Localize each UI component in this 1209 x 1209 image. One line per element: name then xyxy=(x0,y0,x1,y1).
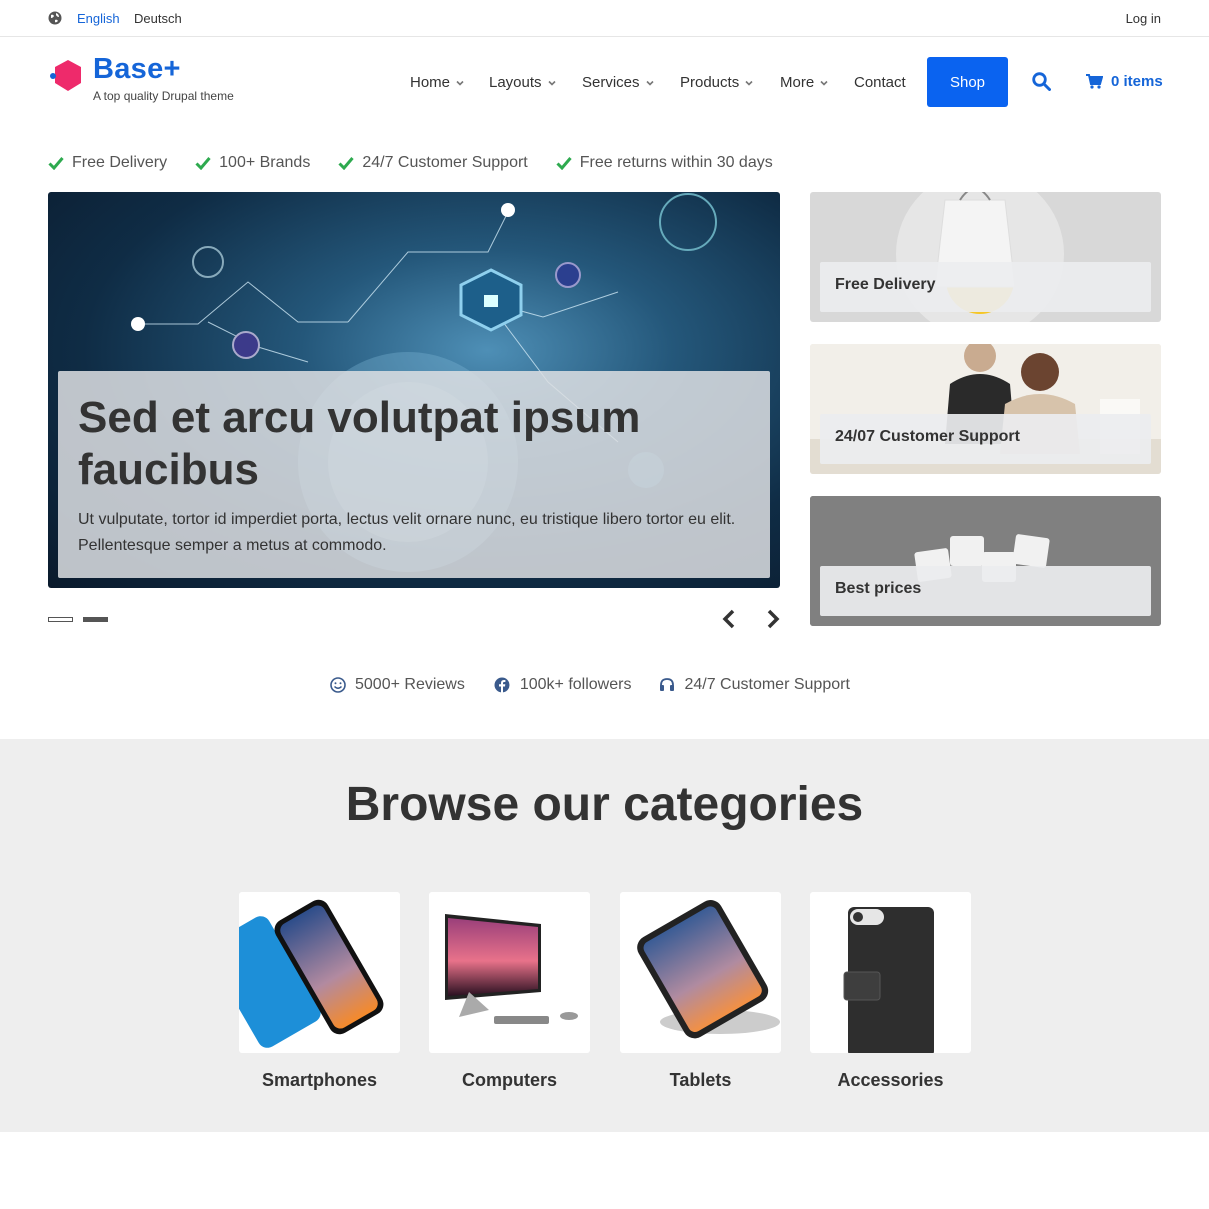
hero-title: Sed et arcu volutpat ipsum faucibus xyxy=(78,393,641,494)
arrow-left-icon[interactable] xyxy=(722,609,736,629)
social-item-support: 24/7 Customer Support xyxy=(659,676,850,694)
check-icon xyxy=(338,157,354,170)
feature-item: Free Delivery xyxy=(48,154,167,172)
nav-layouts[interactable]: Layouts xyxy=(489,74,556,91)
site-name[interactable]: Base+ xyxy=(93,53,181,86)
social-item-reviews: 5000+ Reviews xyxy=(330,676,465,694)
feature-label: Free returns within 30 days xyxy=(579,154,773,171)
arrow-right-icon[interactable] xyxy=(766,609,780,629)
feature-label: 100+ Brands xyxy=(219,154,311,171)
nav-contact[interactable]: Contact xyxy=(854,74,906,91)
nav-layouts-label: Layouts xyxy=(489,74,542,91)
hero-slide[interactable]: Sed et arcu volutpat ipsum faucibus Ut v… xyxy=(48,192,780,588)
nav-contact-label: Contact xyxy=(854,74,906,91)
card-free-delivery[interactable]: Free Delivery xyxy=(810,192,1161,322)
chevron-down-icon xyxy=(820,80,828,86)
feature-item: Free returns within 30 days xyxy=(556,154,773,172)
social-label: 5000+ Reviews xyxy=(355,676,465,693)
check-icon xyxy=(556,157,572,170)
category-image xyxy=(239,892,400,1053)
check-icon xyxy=(195,157,211,170)
hero-text: Ut vulputate, tortor id imperdiet porta,… xyxy=(78,511,736,554)
language-english-link[interactable]: English xyxy=(77,11,120,26)
phone-case-image xyxy=(843,907,934,1053)
category-name: Computers xyxy=(461,1070,557,1090)
smile-icon xyxy=(330,677,346,693)
social-item-followers[interactable]: 100k+ followers xyxy=(493,676,632,694)
facebook-icon xyxy=(494,677,510,693)
computer-image xyxy=(445,914,578,1024)
top-bar: English Deutsch Log in xyxy=(0,0,1209,37)
chevron-down-icon xyxy=(645,80,654,86)
category-image xyxy=(810,892,971,1053)
category-computers[interactable]: Computers xyxy=(429,892,590,1091)
globe-icon xyxy=(48,11,62,25)
logo-icon[interactable] xyxy=(48,58,84,94)
feature-item: 100+ Brands xyxy=(195,154,310,172)
social-stats: 5000+ Reviews 100k+ followers 24/7 Custo… xyxy=(330,676,878,694)
category-name: Tablets xyxy=(669,1070,732,1090)
category-tablets[interactable]: Tablets xyxy=(620,892,781,1091)
shop-button[interactable]: Shop xyxy=(927,57,1008,107)
nav-services-label: Services xyxy=(582,74,640,91)
nav-home[interactable]: Home xyxy=(410,74,464,91)
feature-label: Free Delivery xyxy=(72,154,168,171)
check-icon xyxy=(48,157,64,170)
smartphone-image xyxy=(239,899,384,1048)
social-label: 100k+ followers xyxy=(519,676,632,693)
card-customer-support[interactable]: 24/07 Customer Support xyxy=(810,344,1161,474)
feature-item: 24/7 Customer Support xyxy=(338,154,528,172)
site-slogan: A top quality Drupal theme xyxy=(93,89,234,103)
social-label: 24/7 Customer Support xyxy=(684,676,850,693)
nav-products[interactable]: Products xyxy=(680,74,753,91)
slider-dot-1[interactable] xyxy=(48,617,73,622)
category-name: Smartphones xyxy=(261,1070,378,1090)
cart-count: 0 items xyxy=(1111,73,1163,90)
chevron-down-icon xyxy=(547,80,556,86)
feature-list: Free Delivery 100+ Brands 24/7 Customer … xyxy=(48,154,801,172)
categories-section: Browse our categories Smartphones Comput… xyxy=(0,739,1209,1132)
card-label: Best prices xyxy=(820,566,1151,616)
nav-home-label: Home xyxy=(410,74,451,91)
category-name: Accessories xyxy=(837,1070,944,1090)
feature-label: 24/7 Customer Support xyxy=(362,154,528,171)
categories-title: Browse our categories xyxy=(345,778,864,831)
chevron-down-icon xyxy=(456,80,464,86)
card-label: 24/07 Customer Support xyxy=(820,414,1151,464)
slider-dot-2[interactable] xyxy=(83,617,108,622)
category-smartphones[interactable]: Smartphones xyxy=(239,892,400,1091)
category-image xyxy=(429,892,590,1053)
category-accessories[interactable]: Accessories xyxy=(810,892,971,1091)
card-best-prices[interactable]: Best prices xyxy=(810,496,1161,626)
nav-more[interactable]: More xyxy=(780,74,828,91)
search-icon[interactable] xyxy=(1032,72,1051,91)
tablet-image xyxy=(637,900,780,1039)
language-deutsch-link[interactable]: Deutsch xyxy=(134,11,182,26)
nav-services[interactable]: Services xyxy=(582,74,654,91)
login-link[interactable]: Log in xyxy=(1126,11,1161,26)
headset-icon xyxy=(660,678,675,691)
chevron-down-icon xyxy=(745,80,753,86)
category-image xyxy=(620,892,781,1053)
cart-link[interactable]: 0 items xyxy=(1086,73,1163,90)
nav-more-label: More xyxy=(780,74,815,91)
cart-icon xyxy=(1086,74,1103,89)
nav-products-label: Products xyxy=(680,74,740,91)
card-label: Free Delivery xyxy=(820,262,1151,312)
